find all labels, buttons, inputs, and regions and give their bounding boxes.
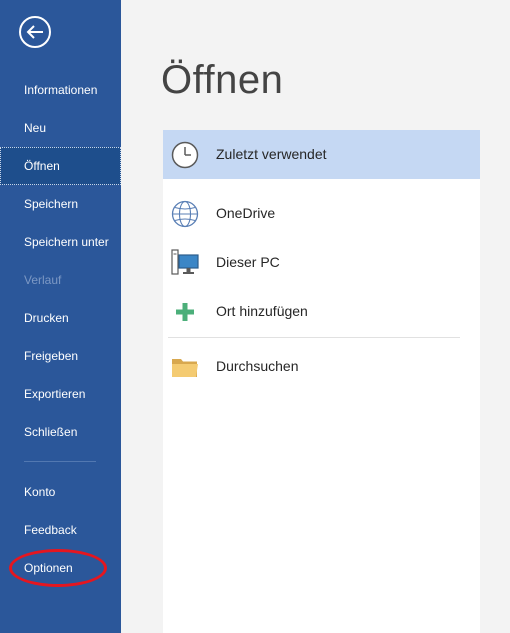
plus-icon [176, 303, 194, 321]
nav-exportieren[interactable]: Exportieren [0, 375, 121, 413]
nav-freigeben[interactable]: Freigeben [0, 337, 121, 375]
places-panel: Zuletzt verwendet OneDrive Dieser PC Ort… [163, 130, 480, 633]
place-label: Dieser PC [216, 254, 280, 270]
clock-icon [171, 141, 199, 169]
place-label: Ort hinzufügen [216, 303, 308, 319]
nav-speichern-unter[interactable]: Speichern unter [0, 223, 121, 261]
page-title: Öffnen [161, 58, 284, 102]
nav-neu[interactable]: Neu [0, 109, 121, 147]
nav-speichern[interactable]: Speichern [0, 185, 121, 223]
globe-icon [171, 200, 199, 228]
place-label: Durchsuchen [216, 358, 299, 374]
nav-konto[interactable]: Konto [0, 473, 121, 511]
place-ort-hinzufuegen[interactable]: Ort hinzufügen [163, 287, 480, 336]
place-durchsuchen[interactable]: Durchsuchen [163, 342, 480, 391]
backstage-sidebar: Informationen Neu Öffnen Speichern Speic… [0, 0, 121, 633]
nav-schliessen[interactable]: Schließen [0, 413, 121, 451]
back-arrow-icon [19, 16, 51, 48]
main-content: Öffnen Zuletzt verwendet OneDrive Dieser… [121, 0, 510, 633]
folder-icon [172, 359, 198, 377]
sidebar-divider [24, 461, 96, 462]
nav-verlauf: Verlauf [24, 273, 62, 287]
place-label: OneDrive [216, 205, 276, 221]
place-onedrive[interactable]: OneDrive [163, 189, 480, 238]
place-zuletzt-verwendet[interactable]: Zuletzt verwendet [163, 130, 480, 179]
nav-drucken[interactable]: Drucken [0, 299, 121, 337]
place-dieser-pc[interactable]: Dieser PC [163, 238, 480, 287]
place-label: Zuletzt verwendet [216, 146, 327, 162]
nav-optionen[interactable]: Optionen [0, 549, 121, 587]
computer-icon [171, 249, 199, 275]
nav-feedback[interactable]: Feedback [0, 511, 121, 549]
nav-oeffnen[interactable]: Öffnen [0, 147, 121, 185]
nav-informationen[interactable]: Informationen [0, 71, 121, 109]
back-button[interactable] [19, 16, 51, 48]
places-divider [168, 337, 460, 338]
